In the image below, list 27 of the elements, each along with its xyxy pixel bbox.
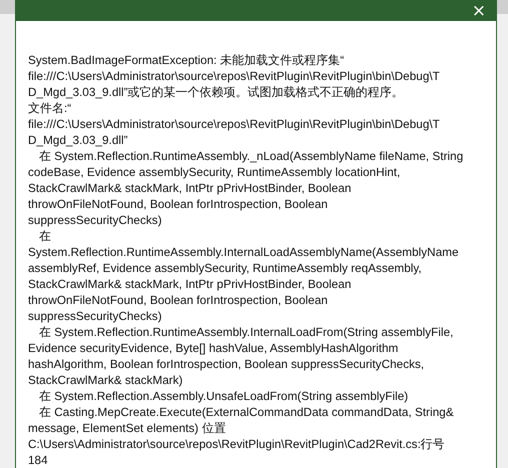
error-message-line: codeBase, Evidence assemblySecurity, RuntimeAssembly locationHint, (28, 164, 400, 180)
error-message-line: 184 (28, 452, 48, 468)
error-message-line: file:///C:\Users\Administrator\source\repos\RevitPlugin\RevitPlugin\bin\Debug\T (28, 116, 440, 132)
error-message-line: StackCrawlMark& stackMark, IntPtr pPrivHostBinder, Boolean (28, 276, 352, 292)
error-message-line: assemblyRef, Evidence assemblySecurity, RuntimeAssembly reqAssembly, (28, 260, 422, 276)
error-message-line: 在 Casting.MepCreate.Execute(ExternalCommandData commandData, String& (38, 404, 454, 420)
error-message-line: 在 (38, 228, 51, 244)
error-message-line: StackCrawlMark& stackMark, IntPtr pPrivHostBinder, Boolean (28, 180, 352, 196)
error-message-line: message, ElementSet elements) 位置 (28, 420, 226, 436)
error-message-line: suppressSecurityChecks) (28, 212, 162, 228)
error-message-line: throwOnFileNotFound, Boolean forIntrospection, Boolean (28, 292, 328, 308)
error-message-line: 在 System.Reflection.RuntimeAssembly.InternalLoadFrom(String assemblyFile, (38, 324, 454, 340)
error-message-line: suppressSecurityChecks) (28, 308, 162, 324)
error-message-line: System.BadImageFormatException: 未能加载文件或程序集“ (28, 52, 344, 68)
error-message-line: 在 System.Reflection.RuntimeAssembly._nLoad(AssemblyName fileName, String (38, 148, 464, 164)
error-message-line: StackCrawlMark& stackMark) (28, 372, 183, 388)
error-message-line: D_Mgd_3.03_9.dll”或它的某一个依赖项。试图加载格式不正确的程序。 (28, 84, 404, 100)
error-message-line: D_Mgd_3.03_9.dll” (28, 132, 128, 148)
error-message-line: hashAlgorithm, Boolean forIntrospection, Boolean suppressSecurityChecks, (28, 356, 424, 372)
error-message-line: throwOnFileNotFound, Boolean forIntrospection, Boolean (28, 196, 328, 212)
error-message-line: System.Reflection.RuntimeAssembly.InternalLoadAssemblyName(AssemblyName (28, 244, 459, 260)
close-button[interactable]: × (468, 0, 490, 20)
error-message-line: 在 System.Reflection.Assembly.UnsafeLoadFrom(String assemblyFile) (38, 388, 408, 404)
error-message-line: Evidence securityEvidence, Byte[] hashValue, AssemblyHashAlgorithm (28, 340, 398, 356)
error-message-line: C:\Users\Administrator\source\repos\RevitPlugin\RevitPlugin\Cad2Revit.cs:行号 (28, 436, 445, 452)
error-message-line: file:///C:\Users\Administrator\source\repos\RevitPlugin\RevitPlugin\bin\Debug\T (28, 68, 440, 84)
error-message-line: 文件名:“ (28, 100, 72, 116)
